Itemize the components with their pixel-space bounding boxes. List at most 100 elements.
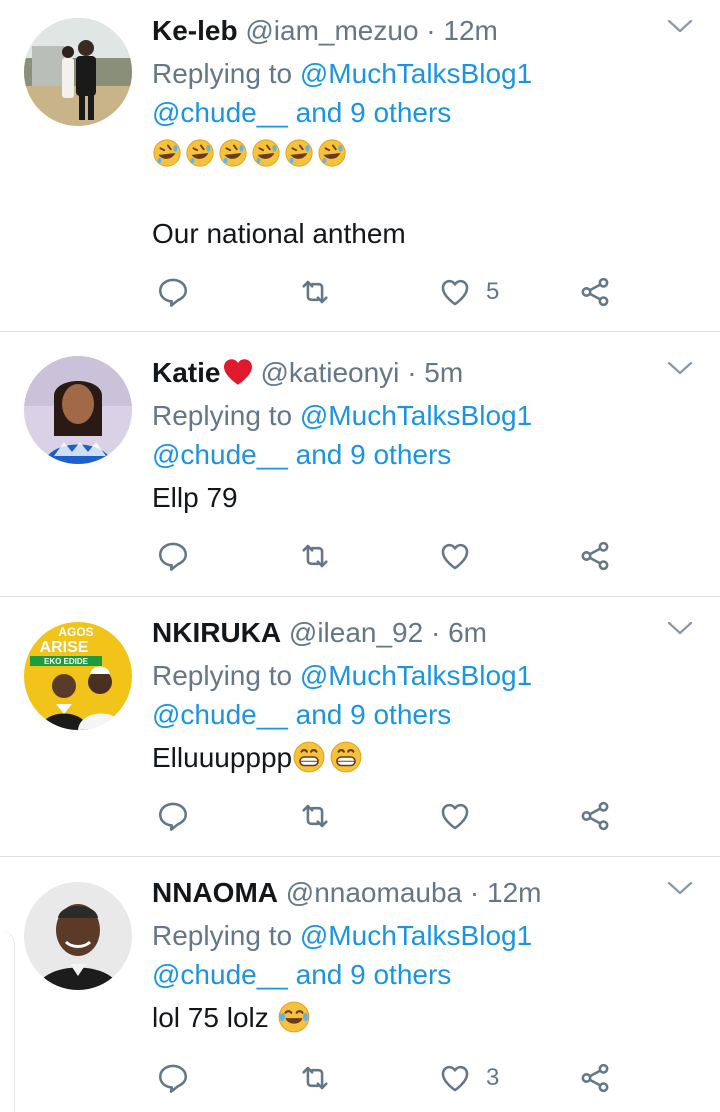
like-button[interactable]: 3 (438, 1058, 499, 1098)
reply-mention-link[interactable]: @MuchTalksBlog1 (300, 400, 532, 431)
like-count: 5 (486, 278, 500, 305)
grinning-emoji-icon (292, 740, 326, 774)
like-icon (438, 1061, 472, 1095)
avatar-text-top: AGOS (58, 625, 93, 639)
replying-to: Replying to @MuchTalksBlog1 @chude__ and… (152, 396, 612, 474)
tweet-header: Katie @katieonyi · 5m (152, 356, 463, 390)
tears-of-joy-emoji-icon (277, 1000, 311, 1034)
avatar[interactable] (24, 356, 132, 464)
retweet-button[interactable] (298, 272, 332, 312)
like-button[interactable] (438, 796, 486, 836)
chevron-down-icon[interactable] (666, 618, 694, 638)
tweet[interactable]: AGOS ARISE EKO EDIDE NKIRUKA @ilean_92 ·… (0, 602, 720, 856)
avatar[interactable] (24, 882, 132, 990)
display-name[interactable]: Ke-leb (152, 15, 238, 46)
rolling-laughing-emoji-icon (185, 138, 215, 168)
rolling-laughing-emoji-icon (317, 138, 347, 168)
like-button[interactable] (438, 536, 486, 576)
tweet-text-line: Elluuupppp (152, 740, 366, 776)
share-icon (578, 799, 612, 833)
avatar-photo (24, 882, 132, 990)
reply-button[interactable] (156, 796, 190, 836)
reply-others-link[interactable]: @chude__ and 9 others (152, 97, 451, 128)
share-button[interactable] (578, 272, 612, 312)
tweet-header: Ke-leb @iam_mezuo · 12m (152, 14, 498, 48)
reply-mention-link[interactable]: @MuchTalksBlog1 (300, 920, 532, 951)
chevron-down-icon[interactable] (666, 16, 694, 36)
chevron-down-icon[interactable] (666, 358, 694, 378)
retweet-icon (298, 539, 332, 573)
display-name[interactable]: Katie (152, 357, 220, 388)
avatar[interactable] (24, 18, 132, 126)
display-name[interactable]: NKIRUKA (152, 617, 281, 648)
scroll-edge (0, 930, 15, 1112)
timestamp[interactable]: 12m (487, 877, 541, 908)
avatar[interactable]: AGOS ARISE EKO EDIDE (24, 622, 132, 730)
divider (0, 856, 720, 857)
replying-to: Replying to @MuchTalksBlog1 @chude__ and… (152, 916, 612, 994)
replying-to-label: Replying to (152, 660, 293, 691)
tweet-text: lol 75 lolz (152, 1002, 269, 1033)
red-heart-emoji-icon (224, 359, 253, 385)
replying-to-label: Replying to (152, 400, 293, 431)
reply-others-link[interactable]: @chude__ and 9 others (152, 699, 451, 730)
replying-to-label: Replying to (152, 920, 293, 951)
user-handle[interactable]: @nnaomauba (286, 877, 462, 908)
separator-dot: · (426, 15, 436, 46)
timestamp[interactable]: 5m (424, 357, 463, 388)
like-icon (438, 539, 472, 573)
divider (0, 331, 720, 332)
reply-button[interactable] (156, 272, 190, 312)
share-icon (578, 1061, 612, 1095)
reply-mention-link[interactable]: @MuchTalksBlog1 (300, 660, 532, 691)
retweet-button[interactable] (298, 1058, 332, 1098)
reply-button[interactable] (156, 536, 190, 576)
rolling-laughing-emoji-icon (152, 138, 182, 168)
user-handle[interactable]: @katieonyi (260, 357, 399, 388)
reply-icon (156, 275, 190, 309)
user-handle[interactable]: @iam_mezuo (245, 15, 418, 46)
reply-others-link[interactable]: @chude__ and 9 others (152, 439, 451, 470)
reply-others-link[interactable]: @chude__ and 9 others (152, 959, 451, 990)
reply-icon (156, 799, 190, 833)
separator-dot: · (407, 357, 417, 388)
like-button[interactable]: 5 (438, 272, 499, 312)
tweet-text: Our national anthem (152, 218, 406, 249)
tweet-text-line: lol 75 lolz (152, 1000, 314, 1036)
replying-to: Replying to @MuchTalksBlog1 @chude__ and… (152, 656, 612, 734)
tweet[interactable]: Katie @katieonyi · 5m Replying to @MuchTa… (0, 342, 720, 596)
tweet[interactable]: Ke-leb @iam_mezuo · 12m Replying to @Muc… (0, 0, 720, 332)
user-handle[interactable]: @ilean_92 (289, 617, 423, 648)
like-icon (438, 799, 472, 833)
avatar-text-mid: ARISE (40, 639, 89, 656)
reply-mention-link[interactable]: @MuchTalksBlog1 (300, 58, 532, 89)
rolling-laughing-emoji-icon (218, 138, 248, 168)
rolling-laughing-emoji-icon (251, 138, 281, 168)
retweet-icon (298, 275, 332, 309)
timestamp[interactable]: 12m (443, 15, 497, 46)
share-button[interactable] (578, 1058, 612, 1098)
timestamp[interactable]: 6m (448, 617, 487, 648)
grinning-emoji-icon (329, 740, 363, 774)
display-name[interactable]: NNAOMA (152, 877, 278, 908)
divider (0, 596, 720, 597)
share-button[interactable] (578, 536, 612, 576)
retweet-button[interactable] (298, 536, 332, 576)
share-button[interactable] (578, 796, 612, 836)
retweet-button[interactable] (298, 796, 332, 836)
reply-icon (156, 539, 190, 573)
replying-to-label: Replying to (152, 58, 293, 89)
avatar-photo: AGOS ARISE EKO EDIDE (24, 622, 132, 730)
tweet-header: NNAOMA @nnaomauba · 12m (152, 876, 541, 910)
avatar-photo (24, 18, 132, 126)
tweet[interactable]: NNAOMA @nnaomauba · 12m Replying to @Muc… (0, 862, 720, 1112)
separator-dot: · (469, 877, 480, 908)
replying-to: Replying to @MuchTalksBlog1 @chude__ and… (152, 54, 612, 132)
chevron-down-icon[interactable] (666, 878, 694, 898)
share-icon (578, 275, 612, 309)
tweet-actions: 3 (152, 1058, 622, 1098)
reply-button[interactable] (156, 1058, 190, 1098)
tweet-actions: 5 (152, 272, 622, 312)
tweet-text: Elluuupppp (152, 742, 293, 773)
reply-icon (156, 1061, 190, 1095)
